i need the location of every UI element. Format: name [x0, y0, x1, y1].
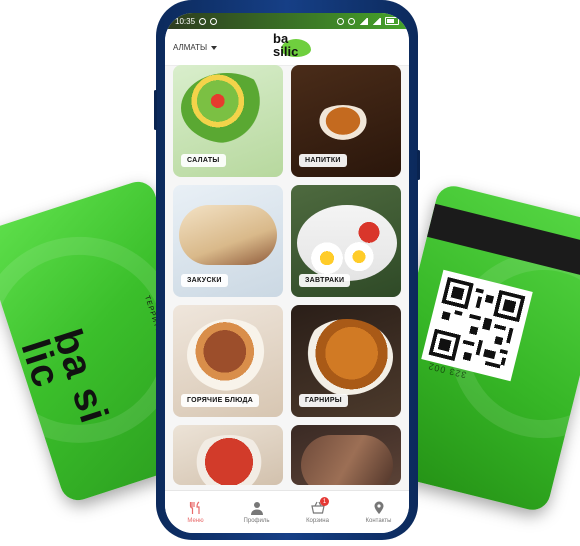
cart-badge: 1 [320, 497, 329, 506]
category-tile-salads[interactable]: САЛАТЫ [173, 65, 283, 177]
nav-contacts[interactable]: Контакты [348, 491, 409, 533]
chevron-down-icon [211, 45, 218, 50]
brand-logo-bottom: silic [273, 44, 299, 59]
city-label: АЛМАТЫ [173, 43, 208, 52]
category-tile-sides[interactable]: ГАРНИРЫ [291, 305, 401, 417]
nav-label: Корзина [306, 517, 329, 524]
bluetooth-icon [337, 17, 344, 25]
grill-image [301, 435, 393, 485]
status-bar: 10:35 [165, 13, 409, 29]
category-label: ГАРНИРЫ [299, 394, 348, 407]
nav-profile[interactable]: Профиль [226, 491, 287, 533]
category-grid: САЛАТЫ НАПИТКИ ЗАКУСКИ ЗАВТРАКИ ГОРЯЧИЕ … [173, 65, 401, 485]
volume-button [154, 90, 157, 130]
app-screen: 10:35 АЛМАТЫ ba silic САЛАТЫ НАПИТКИ ЗАК… [165, 13, 409, 533]
sides-image [301, 319, 393, 395]
location-pin-icon [374, 501, 383, 514]
power-button [417, 150, 420, 180]
city-selector[interactable]: АЛМАТЫ [173, 43, 218, 52]
category-label: САЛАТЫ [181, 154, 226, 167]
category-tile-breakfast[interactable]: ЗАВТРАКИ [291, 185, 401, 297]
nav-label: Профиль [243, 517, 270, 524]
nav-menu[interactable]: Меню [165, 491, 226, 533]
signal-icon [372, 17, 381, 25]
notification-icon [199, 17, 207, 25]
category-tile-hot-dishes[interactable]: ГОРЯЧИЕ БЛЮДА [173, 305, 283, 417]
phone-frame: 10:35 АЛМАТЫ ba silic САЛАТЫ НАПИТКИ ЗАК… [154, 0, 420, 540]
brand-logo: ba silic [259, 31, 315, 63]
category-label: ЗАКУСКИ [181, 274, 228, 287]
app-header: АЛМАТЫ ba silic [165, 29, 409, 66]
nav-cart[interactable]: 1 Корзина [287, 491, 348, 533]
category-label: ГОРЯЧИЕ БЛЮДА [181, 394, 260, 407]
nav-label: Меню [187, 517, 204, 524]
category-tile-soups[interactable] [173, 425, 283, 485]
category-label: НАПИТКИ [299, 154, 347, 167]
app-status-icon [210, 17, 218, 25]
wrap-image [179, 205, 277, 265]
nav-label: Контакты [365, 517, 392, 524]
category-tile-grill[interactable] [291, 425, 401, 485]
salad-image [181, 73, 273, 143]
battery-icon [385, 17, 399, 25]
category-tile-drinks[interactable]: НАПИТКИ [291, 65, 401, 177]
breakfast-image [297, 205, 397, 281]
bottom-nav: Меню Профиль 1 Корзина Контакты [165, 490, 409, 533]
tea-cup-image [313, 105, 373, 145]
status-time: 10:35 [175, 16, 196, 26]
alarm-icon [348, 17, 355, 25]
category-label: ЗАВТРАКИ [299, 274, 351, 287]
fork-knife-icon [189, 501, 200, 514]
hot-dish-image [187, 319, 271, 391]
soup-image [187, 435, 271, 485]
category-tile-snacks[interactable]: ЗАКУСКИ [173, 185, 283, 297]
person-icon [250, 501, 263, 515]
wifi-icon [359, 17, 368, 25]
